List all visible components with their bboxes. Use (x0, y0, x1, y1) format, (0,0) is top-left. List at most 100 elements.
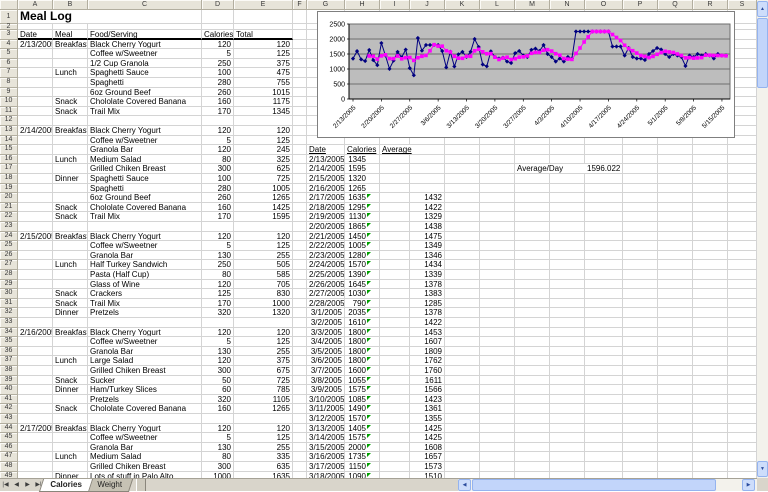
cell[interactable] (623, 222, 658, 232)
cell[interactable]: 125 (234, 136, 293, 146)
cell[interactable] (728, 299, 757, 309)
cell[interactable] (445, 366, 480, 376)
cell[interactable] (380, 318, 410, 328)
cell[interactable] (728, 251, 757, 261)
cell[interactable]: 1265 (345, 184, 380, 194)
cell[interactable] (18, 59, 53, 69)
cell[interactable] (18, 356, 53, 366)
cell[interactable]: 130 (202, 251, 234, 261)
cell[interactable] (693, 241, 728, 251)
cell[interactable] (293, 184, 307, 194)
cell[interactable]: Black Cherry Yogurt (88, 40, 202, 50)
cell[interactable] (515, 385, 550, 395)
cell[interactable] (293, 299, 307, 309)
cell[interactable]: Chololate Covered Banana (88, 203, 202, 213)
cell[interactable] (658, 347, 693, 357)
cell[interactable] (550, 299, 585, 309)
cell[interactable] (623, 414, 658, 424)
cell[interactable] (585, 328, 623, 338)
cell[interactable]: Breakfast (53, 232, 88, 242)
cell[interactable] (480, 328, 515, 338)
cell[interactable]: Pretzels (88, 395, 202, 405)
cell[interactable] (515, 289, 550, 299)
cell[interactable]: 1645 (345, 280, 380, 290)
cell[interactable]: 1595 (234, 212, 293, 222)
cell[interactable]: Chololate Covered Banana (88, 404, 202, 414)
cell[interactable] (293, 414, 307, 424)
sheet-tab-weight[interactable]: Weight (85, 479, 132, 492)
cell[interactable]: 1800 (345, 337, 380, 347)
cell[interactable]: 1015 (234, 88, 293, 98)
cell[interactable] (515, 260, 550, 270)
cell[interactable] (202, 116, 234, 126)
cell[interactable] (410, 145, 445, 155)
cell[interactable] (550, 193, 585, 203)
row-header-34[interactable]: 34 (0, 328, 18, 338)
cell[interactable] (88, 318, 202, 328)
cell[interactable] (515, 424, 550, 434)
cell[interactable] (623, 328, 658, 338)
cell[interactable] (693, 184, 728, 194)
cell[interactable]: Coffee w/Sweetner (88, 241, 202, 251)
cell[interactable]: Breakfast (53, 40, 88, 50)
cell[interactable] (693, 337, 728, 347)
cell[interactable]: Grilled Chiken Breast (88, 164, 202, 174)
cell[interactable] (693, 452, 728, 462)
cell[interactable]: 2/23/2005 (307, 251, 345, 261)
cell[interactable] (658, 251, 693, 261)
cell[interactable]: 170 (202, 299, 234, 309)
cell[interactable] (380, 424, 410, 434)
cell[interactable]: 1600 (345, 366, 380, 376)
cell[interactable] (53, 193, 88, 203)
cell[interactable] (18, 385, 53, 395)
cell[interactable] (515, 347, 550, 357)
cell[interactable] (480, 308, 515, 318)
cell[interactable]: 300 (202, 366, 234, 376)
column-header-K[interactable]: K (445, 0, 480, 10)
cell[interactable] (445, 452, 480, 462)
cell[interactable] (658, 395, 693, 405)
cell[interactable] (293, 59, 307, 69)
cell[interactable] (293, 193, 307, 203)
cell[interactable]: 1346 (410, 251, 445, 261)
cell[interactable] (728, 404, 757, 414)
cell[interactable] (202, 10, 234, 24)
cell[interactable] (515, 356, 550, 366)
cell[interactable] (585, 222, 623, 232)
cell[interactable] (550, 212, 585, 222)
cell[interactable] (550, 174, 585, 184)
cell[interactable] (480, 155, 515, 165)
cell[interactable]: 80 (202, 155, 234, 165)
cell[interactable] (293, 88, 307, 98)
cell[interactable]: Pretzels (88, 308, 202, 318)
column-header-L[interactable]: L (480, 0, 515, 10)
cell[interactable] (53, 337, 88, 347)
cell[interactable]: 1453 (410, 328, 445, 338)
cell[interactable] (480, 395, 515, 405)
cell[interactable]: 635 (234, 462, 293, 472)
cell[interactable] (585, 251, 623, 261)
cell[interactable]: 5 (202, 241, 234, 251)
row-header-38[interactable]: 38 (0, 366, 18, 376)
cell[interactable] (480, 222, 515, 232)
cell[interactable] (480, 193, 515, 203)
cell[interactable] (515, 452, 550, 462)
cell[interactable] (445, 318, 480, 328)
cell[interactable]: Lunch (53, 68, 88, 78)
cell[interactable] (623, 260, 658, 270)
cell[interactable] (623, 443, 658, 453)
cell[interactable] (380, 452, 410, 462)
cell[interactable] (234, 318, 293, 328)
cell[interactable] (410, 155, 445, 165)
cell[interactable] (202, 414, 234, 424)
cell[interactable]: Spaghetti (88, 184, 202, 194)
cell[interactable]: 3/5/2005 (307, 347, 345, 357)
cell[interactable]: 120 (202, 126, 234, 136)
cell[interactable] (658, 270, 693, 280)
cell[interactable] (53, 59, 88, 69)
cell[interactable] (623, 337, 658, 347)
cell[interactable]: 1000 (234, 299, 293, 309)
cell[interactable] (658, 433, 693, 443)
cell[interactable] (623, 212, 658, 222)
cell[interactable]: 705 (234, 280, 293, 290)
